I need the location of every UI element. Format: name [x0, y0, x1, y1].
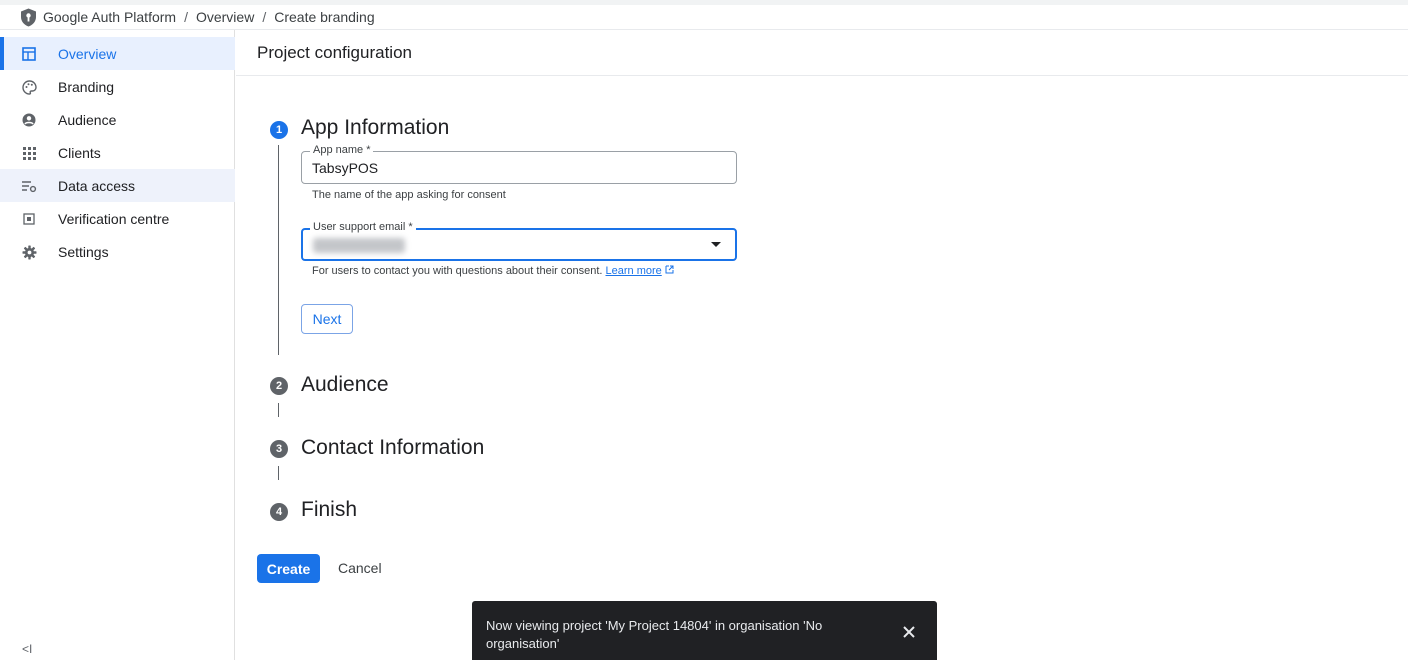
support-email-helper: For users to contact you with questions …: [312, 265, 674, 277]
apps-grid-icon: [20, 144, 38, 162]
step-3-title[interactable]: Contact Information: [301, 436, 484, 460]
sidebar-item-label: Audience: [58, 111, 117, 128]
sidebar-item-data-access[interactable]: Data access: [0, 169, 235, 202]
sidebar-item-overview[interactable]: Overview: [0, 37, 235, 70]
close-icon[interactable]: [902, 625, 916, 639]
sidebar: Overview Branding Audience Clients Data …: [0, 30, 235, 660]
step-connector: [278, 403, 279, 417]
step-3-number: 3: [270, 440, 288, 458]
breadcrumb-item-create-branding: Create branding: [274, 9, 375, 25]
breadcrumb-item-overview[interactable]: Overview: [196, 9, 254, 25]
sidebar-item-label: Branding: [58, 78, 115, 95]
sidebar-item-label: Settings: [58, 243, 109, 260]
data-access-icon: [20, 177, 38, 195]
breadcrumb: Google Auth Platform / Overview / Create…: [0, 5, 1408, 30]
step-2-title[interactable]: Audience: [301, 373, 389, 397]
dashboard-icon: [20, 45, 38, 63]
learn-more-link[interactable]: Learn more: [606, 265, 662, 277]
breadcrumb-item-auth-platform[interactable]: Google Auth Platform: [43, 9, 176, 25]
sidebar-item-verification-centre[interactable]: Verification centre: [0, 202, 235, 235]
breadcrumb-separator: /: [262, 9, 267, 25]
app-name-value[interactable]: TabsyPOS: [312, 160, 378, 176]
sidebar-item-clients[interactable]: Clients: [0, 136, 235, 169]
next-button[interactable]: Next: [301, 304, 353, 334]
sidebar-item-label: Verification centre: [58, 210, 170, 227]
support-email-value-redacted: [313, 238, 405, 253]
sidebar-item-label: Clients: [58, 144, 101, 161]
sidebar-item-branding[interactable]: Branding: [0, 70, 235, 103]
snackbar-message: Now viewing project 'My Project 14804' i…: [486, 618, 823, 651]
dropdown-arrow-icon[interactable]: [711, 242, 721, 247]
step-connector: [278, 466, 279, 480]
verification-icon: [20, 210, 38, 228]
sidebar-item-label: Data access: [58, 177, 136, 194]
sidebar-item-settings[interactable]: Settings: [0, 235, 235, 268]
step-1-number: 1: [270, 121, 288, 139]
account-circle-icon: [20, 111, 38, 129]
step-4-title[interactable]: Finish: [301, 498, 357, 522]
step-connector: [278, 145, 279, 355]
page-title: Project configuration: [236, 30, 1408, 76]
support-email-label: User support email *: [310, 221, 416, 233]
sidebar-item-audience[interactable]: Audience: [0, 103, 235, 136]
palette-icon: [20, 78, 38, 96]
main-panel: Project configuration 1 App Information …: [236, 30, 1408, 660]
collapse-sidebar-button[interactable]: <I: [22, 642, 32, 656]
app-name-label: App name *: [310, 144, 374, 156]
auth-platform-shield-icon: [20, 8, 37, 27]
create-button[interactable]: Create: [257, 554, 320, 583]
snackbar: Now viewing project 'My Project 14804' i…: [472, 601, 937, 660]
app-name-helper: The name of the app asking for consent: [312, 189, 506, 201]
cancel-button[interactable]: Cancel: [338, 560, 382, 576]
step-2-number: 2: [270, 377, 288, 395]
support-email-select[interactable]: User support email *: [301, 221, 737, 261]
external-link-icon[interactable]: [665, 265, 674, 277]
support-email-helper-text: For users to contact you with questions …: [312, 265, 603, 277]
breadcrumb-separator: /: [184, 9, 188, 25]
gear-icon: [20, 243, 38, 261]
sidebar-item-label: Overview: [58, 45, 117, 62]
step-4-number: 4: [270, 503, 288, 521]
step-1-title[interactable]: App Information: [301, 116, 449, 140]
app-name-field[interactable]: App name * TabsyPOS: [301, 144, 737, 184]
